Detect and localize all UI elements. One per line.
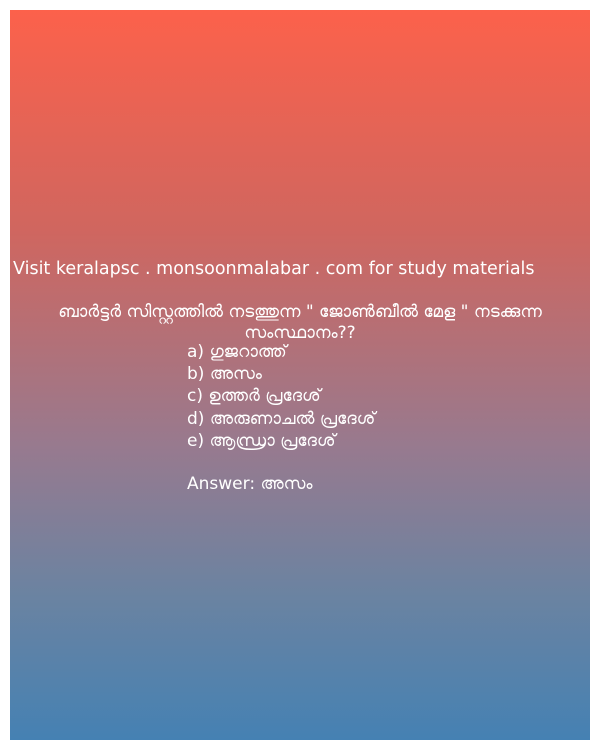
option-d: d) അരുണാചൽ പ്രദേശ് xyxy=(187,408,376,429)
option-a: a) ഗുജറാത്ത് xyxy=(187,342,287,362)
option-b: b) അസം xyxy=(187,364,262,385)
question-text: ബാർട്ടർ സിസ്റ്റത്തിൽ നടത്തുന്ന " ജോൺബീൽ … xyxy=(10,302,590,344)
answer-line: Answer: അസം xyxy=(187,474,313,494)
answer-value: അസം xyxy=(260,474,313,494)
option-e: e) ആന്ധ്രാ പ്രദേശ് xyxy=(187,430,336,451)
option-c: c) ഉത്തർ പ്രദേശ് xyxy=(187,386,321,407)
site-promo-text: Visit keralapsc . monsoonmalabar . com f… xyxy=(13,259,535,279)
question-line-1: ബാർട്ടർ സിസ്റ്റത്തിൽ നടത്തുന്ന " ജോൺബീൽ … xyxy=(58,302,542,322)
answer-label: Answer: xyxy=(187,474,256,494)
options-list: a) ഗുജറാത്ത് b) അസം c) ഉത്തർ പ്രദേശ് d) … xyxy=(187,341,375,452)
quiz-card: Visit keralapsc . monsoonmalabar . com f… xyxy=(10,10,590,740)
